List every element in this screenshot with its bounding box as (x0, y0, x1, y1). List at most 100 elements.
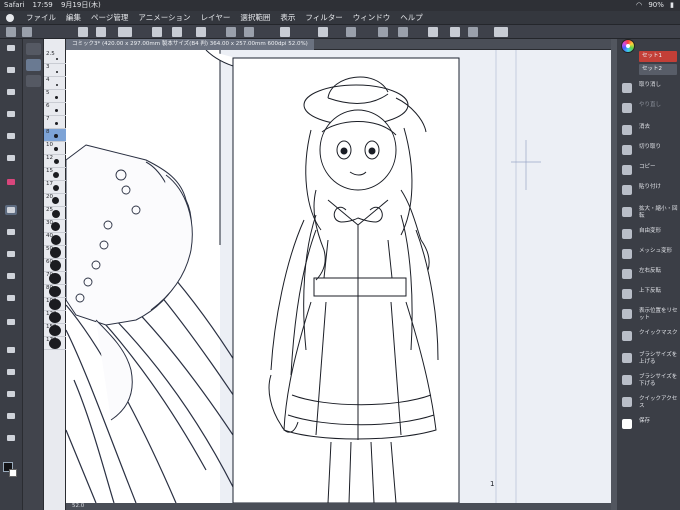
save-command[interactable]: 保存 (617, 415, 680, 435)
settings-icon[interactable] (468, 27, 478, 37)
deselect-icon[interactable] (398, 27, 408, 37)
quick-access-command[interactable]: クイックアクセス (617, 393, 680, 413)
brush-size-item[interactable]: 5 (44, 90, 66, 103)
brush-size-item-selected[interactable]: 8 (44, 129, 66, 142)
menu-help[interactable]: ヘルプ (400, 11, 423, 25)
mesh-transform-command[interactable]: メッシュ変形 (617, 245, 680, 265)
new-file-icon[interactable] (152, 27, 162, 37)
brush-size-item[interactable]: 4 (44, 77, 66, 90)
gradient-tool-icon[interactable] (5, 345, 17, 355)
brush-size-item[interactable]: 3 (44, 64, 66, 77)
eraser-tool-icon[interactable] (5, 271, 17, 281)
menu-filter[interactable]: フィルター (305, 11, 342, 25)
figure-tool-icon[interactable] (5, 367, 17, 377)
select-tool-icon[interactable] (5, 87, 17, 97)
transform-command[interactable]: 拡大・縮小・回転 (617, 203, 680, 223)
cut-command[interactable]: 切り取り (617, 141, 680, 161)
fill-icon[interactable] (346, 27, 356, 37)
menu-selection[interactable]: 選択範囲 (240, 11, 270, 25)
brush-size-item[interactable]: 10 (44, 142, 66, 155)
brush-size-item[interactable]: 120 (44, 311, 66, 324)
reset-view-command[interactable]: 表示位置をリセット (617, 305, 680, 325)
menu-window[interactable]: ウィンドウ (353, 11, 391, 25)
menu-view[interactable]: 表示 (280, 11, 295, 25)
help-icon[interactable] (494, 27, 508, 37)
document-tab[interactable]: コミック3* (420.00 x 297.00mm 製本サイズ(B4 判) 36… (66, 39, 314, 50)
copy-command[interactable]: コピー (617, 161, 680, 181)
brush-size-item[interactable]: 7 (44, 116, 66, 129)
menu-layer[interactable]: レイヤー (201, 11, 231, 25)
subtool-g-pen[interactable] (26, 59, 41, 71)
paste-command[interactable]: 貼り付け (617, 181, 680, 201)
brush-size-item[interactable]: 150 (44, 324, 66, 337)
eraser-icon[interactable] (318, 27, 328, 37)
zoom-level[interactable]: 52.0 (72, 503, 84, 510)
selection-icon[interactable] (378, 27, 388, 37)
erase-command[interactable]: 消去 (617, 121, 680, 141)
undo-icon[interactable] (226, 27, 236, 37)
brush-size-item[interactable]: 20 (44, 194, 66, 207)
brush-size-item[interactable]: 50 (44, 246, 66, 259)
grid-icon[interactable] (78, 27, 88, 37)
pencil-tool-icon[interactable] (5, 177, 17, 187)
menu-page[interactable]: ページ管理 (91, 11, 128, 25)
menu-icon[interactable] (6, 27, 16, 37)
brush-size-item[interactable]: 80 (44, 285, 66, 298)
clock: 17:59 (32, 1, 53, 9)
quick-mask-command[interactable]: クイックマスク (617, 327, 680, 347)
subtool-round-pen[interactable] (26, 75, 41, 87)
eyedropper-tool-icon[interactable] (5, 131, 17, 141)
brush-size-item[interactable]: 170 (44, 337, 66, 350)
balloon-tool-icon[interactable] (5, 433, 17, 443)
new-icon[interactable] (96, 27, 106, 37)
brush-size-item[interactable]: 15 (44, 168, 66, 181)
flip-horizontal-command[interactable]: 左右反転 (617, 265, 680, 285)
lasso-tool-icon[interactable] (5, 109, 17, 119)
app-logo-icon[interactable] (6, 14, 14, 22)
color-wheel-icon[interactable] (621, 39, 635, 53)
brush-size-item[interactable]: 17 (44, 181, 66, 194)
menu-animation[interactable]: アニメーション (138, 11, 190, 25)
brush-size-palette: 2.5 3 4 5 6 7 8 10 12 15 17 20 25 30 40 … (44, 39, 66, 510)
free-transform-command[interactable]: 自由変形 (617, 225, 680, 245)
redo-command[interactable]: やり直し (617, 99, 680, 119)
brush-size-down-command[interactable]: ブラシサイズを下げる (617, 371, 680, 391)
open-folder-icon[interactable] (172, 27, 182, 37)
brush-size-up-command[interactable]: ブラシサイズを上げる (617, 349, 680, 369)
fill-tool-icon[interactable] (5, 317, 17, 327)
text-tool-icon[interactable] (5, 411, 17, 421)
set-1-tab[interactable]: セット1 (639, 51, 677, 62)
clear-icon[interactable] (280, 27, 290, 37)
decoration-tool-icon[interactable] (5, 249, 17, 259)
save-icon[interactable] (196, 27, 206, 37)
redo-icon[interactable] (244, 27, 254, 37)
brush-size-item[interactable]: 25 (44, 207, 66, 220)
brush-size-item[interactable]: 60 (44, 259, 66, 272)
brush-size-item[interactable]: 30 (44, 220, 66, 233)
transform-icon[interactable] (428, 27, 438, 37)
blend-tool-icon[interactable] (5, 293, 17, 303)
undo-command[interactable]: 取り消し (617, 79, 680, 99)
eye-icon[interactable] (118, 27, 132, 37)
brush-size-item[interactable]: 40 (44, 233, 66, 246)
pen-tool-icon[interactable] (5, 153, 17, 163)
sub-color-swatch[interactable] (9, 469, 17, 477)
brush-size-item[interactable]: 6 (44, 103, 66, 116)
brush-size-item[interactable]: 12 (44, 155, 66, 168)
brush-size-item[interactable]: 2.5 (44, 51, 66, 64)
menu-edit[interactable]: 編集 (66, 11, 81, 25)
move-tool-icon[interactable] (5, 65, 17, 75)
zoom-tool-icon[interactable] (5, 43, 17, 53)
brush-tool-icon[interactable] (5, 205, 17, 215)
frame-tool-icon[interactable] (5, 389, 17, 399)
arrange-icon[interactable] (22, 27, 32, 37)
drawing-canvas[interactable]: 1 (66, 50, 611, 503)
brush-size-item[interactable]: 100 (44, 298, 66, 311)
set-2-tab[interactable]: セット2 (639, 64, 677, 75)
menu-file[interactable]: ファイル (26, 11, 56, 25)
subtool-mapping-pen[interactable] (26, 43, 41, 55)
brush-size-item[interactable]: 70 (44, 272, 66, 285)
flip-vertical-command[interactable]: 上下反転 (617, 285, 680, 305)
airbrush-tool-icon[interactable] (5, 227, 17, 237)
color-icon[interactable] (450, 27, 460, 37)
